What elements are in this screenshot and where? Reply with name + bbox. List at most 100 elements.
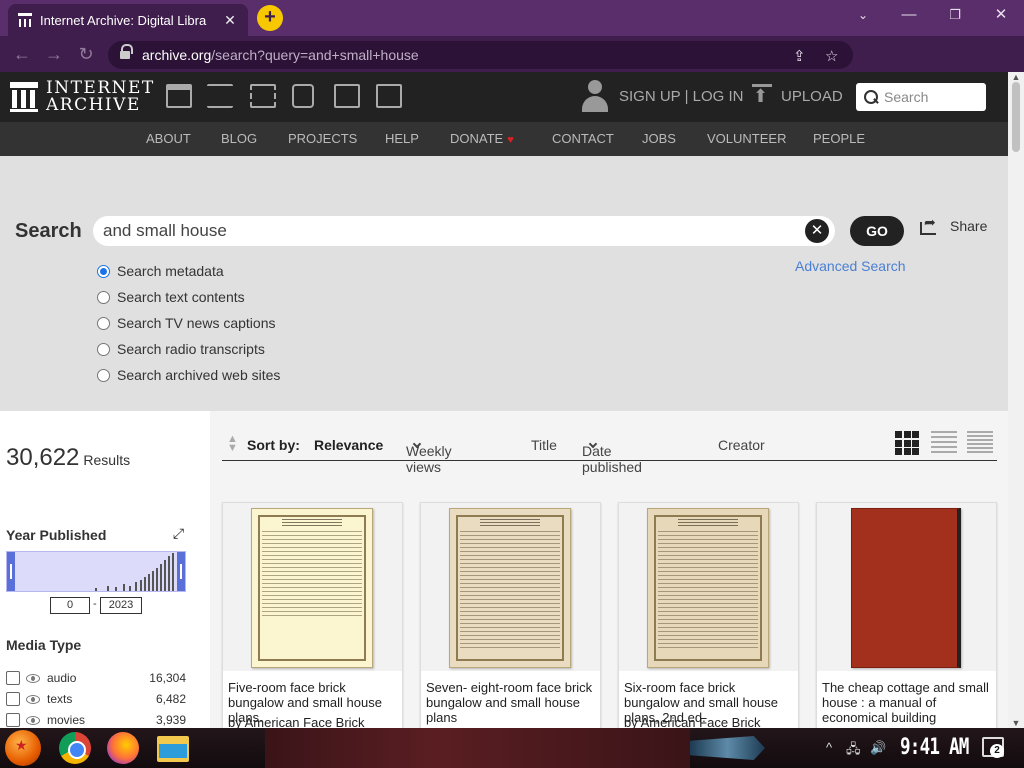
radio[interactable] [97, 290, 110, 304]
sort-weekly-views[interactable]: Weekly views [406, 437, 452, 475]
video-icon[interactable] [250, 84, 276, 108]
browser-tab[interactable]: Internet Archive: Digital Libra ✕ [8, 4, 248, 36]
share-button[interactable]: Share [920, 214, 987, 235]
scroll-down-icon[interactable]: ▼ [1008, 718, 1024, 728]
web-icon[interactable] [166, 84, 192, 108]
address-bar[interactable]: archive.org/search?query=and+small+house… [108, 41, 853, 69]
result-title[interactable]: Seven- eight-room face brick bungalow an… [426, 680, 596, 725]
nav-contact[interactable]: CONTACT [552, 131, 614, 146]
result-thumbnail[interactable] [421, 503, 600, 671]
chrome-icon[interactable] [59, 732, 91, 764]
tab-close-icon[interactable]: ✕ [222, 12, 238, 29]
eye-icon[interactable] [26, 694, 40, 704]
bookmark-star-icon[interactable]: ☆ [825, 47, 838, 65]
reload-icon[interactable]: ↻ [74, 42, 98, 66]
scrollbar-thumb[interactable] [1012, 82, 1020, 152]
sort-date-published-label: Date published [582, 443, 642, 475]
nav-projects[interactable]: PROJECTS [288, 131, 357, 146]
user-icon[interactable] [581, 80, 609, 114]
window-close-icon[interactable]: ✕ [978, 0, 1024, 30]
list-compact-view-icon[interactable] [967, 431, 993, 455]
result-card[interactable]: The cheap cottage and small house : a ma… [816, 502, 997, 728]
firefox-icon[interactable] [107, 732, 139, 764]
header-search-input[interactable]: Search [856, 83, 986, 111]
result-title[interactable]: The cheap cottage and small house : a ma… [822, 680, 992, 725]
upload-icon[interactable] [751, 84, 773, 108]
clock[interactable]: 9:41 AM [900, 735, 969, 760]
minimize-icon[interactable]: — [886, 0, 932, 30]
radio[interactable] [97, 342, 110, 356]
advanced-search-link[interactable]: Advanced Search [795, 258, 906, 274]
sort-date-published[interactable]: Date published [582, 437, 642, 475]
search-option-metadata[interactable]: Search metadata [97, 258, 280, 284]
clear-search-icon[interactable]: ✕ [805, 219, 829, 243]
facet-row-audio[interactable]: audio 16,304 [6, 669, 186, 687]
histogram-handle-left[interactable] [7, 552, 15, 591]
result-thumbnail[interactable] [817, 503, 996, 671]
result-card[interactable]: Five-room face brick bungalow and small … [222, 502, 403, 728]
sort-direction-icon[interactable]: ▲ ▼ [227, 434, 241, 455]
volume-icon[interactable]: 🔊 [870, 740, 886, 756]
nav-volunteer[interactable]: VOLUNTEER [707, 131, 786, 146]
scroll-up-icon[interactable]: ▲ [1008, 72, 1024, 82]
histogram-bar [95, 588, 97, 591]
tile-view-icon[interactable] [895, 431, 919, 455]
page-scrollbar[interactable]: ▲ ▼ [1008, 72, 1024, 728]
result-card[interactable]: Seven- eight-room face brick bungalow an… [420, 502, 601, 728]
start-icon[interactable] [5, 730, 41, 766]
expand-histogram-icon[interactable]: ⤢ [171, 526, 186, 541]
search-option-radio[interactable]: Search radio transcripts [97, 336, 280, 362]
eye-icon[interactable] [26, 673, 40, 683]
eye-icon[interactable] [26, 715, 40, 725]
radio-selected[interactable] [97, 264, 110, 278]
upload-link[interactable]: UPLOAD [781, 88, 843, 105]
restore-icon[interactable]: ❐ [932, 0, 978, 30]
sort-creator[interactable]: Creator [718, 437, 765, 453]
year-to-input[interactable]: 2023 [100, 597, 142, 614]
audio-icon[interactable] [292, 84, 314, 108]
sort-relevance[interactable]: Relevance [314, 437, 383, 453]
facet-checkbox[interactable] [6, 671, 20, 685]
show-hidden-icons-icon[interactable]: ^ [826, 740, 832, 755]
back-icon[interactable]: ← [10, 42, 34, 66]
facet-checkbox[interactable] [6, 692, 20, 706]
radio[interactable] [97, 316, 110, 330]
list-detail-view-icon[interactable] [931, 431, 957, 455]
images-icon[interactable] [376, 84, 402, 108]
tab-search-icon[interactable]: ⌄ [840, 0, 886, 30]
go-button[interactable]: GO [850, 216, 904, 246]
nav-about[interactable]: ABOUT [146, 131, 191, 146]
year-histogram[interactable] [6, 551, 186, 592]
result-card[interactable]: Six-room face brick bungalow and small h… [618, 502, 799, 728]
nav-jobs[interactable]: JOBS [642, 131, 676, 146]
facet-row-movies[interactable]: movies 3,939 [6, 711, 186, 728]
share-page-icon[interactable]: ⇪ [793, 47, 806, 65]
search-option-text[interactable]: Search text contents [97, 284, 280, 310]
facet-checkbox[interactable] [6, 713, 20, 727]
nav-donate[interactable]: DONATE ♥ [450, 131, 514, 146]
histogram-handle-right[interactable] [177, 552, 185, 591]
network-icon[interactable]: 🖧 [846, 740, 861, 762]
search-input[interactable]: and small house ✕ [93, 216, 835, 246]
result-thumbnail[interactable] [619, 503, 798, 671]
forward-icon[interactable]: → [42, 42, 66, 66]
radio[interactable] [97, 368, 110, 382]
url-host: archive.org [142, 47, 212, 63]
result-thumbnail[interactable] [223, 503, 402, 671]
file-explorer-icon[interactable] [157, 736, 189, 762]
software-icon[interactable] [334, 84, 360, 108]
search-option-web[interactable]: Search archived web sites [97, 362, 280, 388]
nav-people[interactable]: PEOPLE [813, 131, 865, 146]
sort-title[interactable]: Title [531, 437, 557, 453]
ia-logo[interactable]: INTERNET ARCHIVE [10, 80, 155, 114]
nav-help[interactable]: HELP [385, 131, 419, 146]
facet-row-texts[interactable]: texts 6,482 [6, 690, 186, 708]
search-option-tv[interactable]: Search TV news captions [97, 310, 280, 336]
year-from-input[interactable]: 0 [50, 597, 90, 614]
new-tab-button[interactable]: + [257, 5, 283, 31]
texts-icon[interactable] [207, 84, 233, 108]
signup-login-link[interactable]: SIGN UP | LOG IN [619, 88, 743, 105]
lock-icon[interactable] [120, 44, 133, 61]
nav-blog[interactable]: BLOG [221, 131, 257, 146]
year-facet-title: Year Published [6, 527, 107, 543]
